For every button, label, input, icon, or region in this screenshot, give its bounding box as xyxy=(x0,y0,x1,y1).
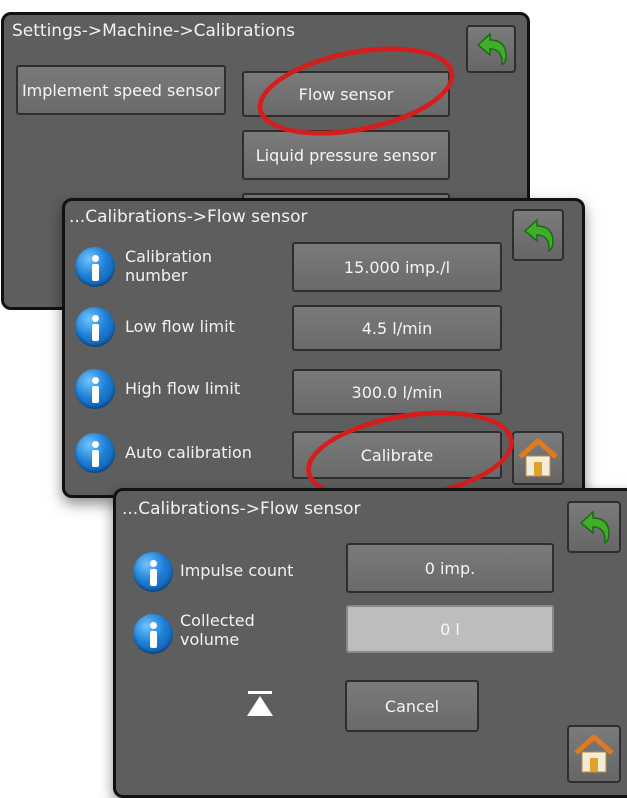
cancel-button[interactable]: Cancel xyxy=(345,680,479,732)
info-icon[interactable] xyxy=(75,369,115,409)
home-icon xyxy=(518,438,558,477)
liquid-pressure-sensor-button[interactable]: Liquid pressure sensor xyxy=(242,130,450,180)
panel-title: Settings->Machine->Calibrations xyxy=(12,21,295,41)
info-icon[interactable] xyxy=(75,307,115,347)
high-flow-limit-field[interactable]: 300.0 l/min xyxy=(292,369,502,415)
home-icon xyxy=(574,734,614,773)
row-label: Impulse count xyxy=(180,561,294,580)
row-label: High flow limit xyxy=(125,379,241,398)
row-label: Collected volume xyxy=(180,611,255,649)
auto-calibration-panel: ...Calibrations->Flow sensor Impulse cou… xyxy=(113,488,627,798)
info-icon[interactable] xyxy=(133,614,173,654)
impulse-count-field: 0 imp. xyxy=(346,543,554,593)
home-button[interactable] xyxy=(567,725,621,783)
panel-title: ...Calibrations->Flow sensor xyxy=(122,499,361,519)
back-arrow-icon xyxy=(579,510,610,544)
back-button[interactable] xyxy=(512,209,564,261)
low-flow-limit-field[interactable]: 4.5 l/min xyxy=(292,305,502,351)
row-label: Auto calibration xyxy=(125,443,252,462)
info-icon[interactable] xyxy=(75,433,115,473)
panel-title: ...Calibrations->Flow sensor xyxy=(69,207,308,227)
eject-icon[interactable] xyxy=(245,691,275,717)
back-arrow-icon xyxy=(523,218,554,252)
row-label: Calibration number xyxy=(125,247,213,285)
home-button[interactable] xyxy=(512,431,564,485)
info-icon[interactable] xyxy=(75,247,115,287)
implement-speed-sensor-button[interactable]: Implement speed sensor xyxy=(16,65,226,115)
collected-volume-field: 0 l xyxy=(346,605,554,653)
back-button[interactable] xyxy=(567,501,621,553)
calibration-number-field[interactable]: 15.000 imp./l xyxy=(292,242,502,292)
row-label: Low flow limit xyxy=(125,317,235,336)
back-arrow-icon xyxy=(476,32,507,66)
info-icon[interactable] xyxy=(133,552,173,592)
back-button[interactable] xyxy=(466,25,516,73)
